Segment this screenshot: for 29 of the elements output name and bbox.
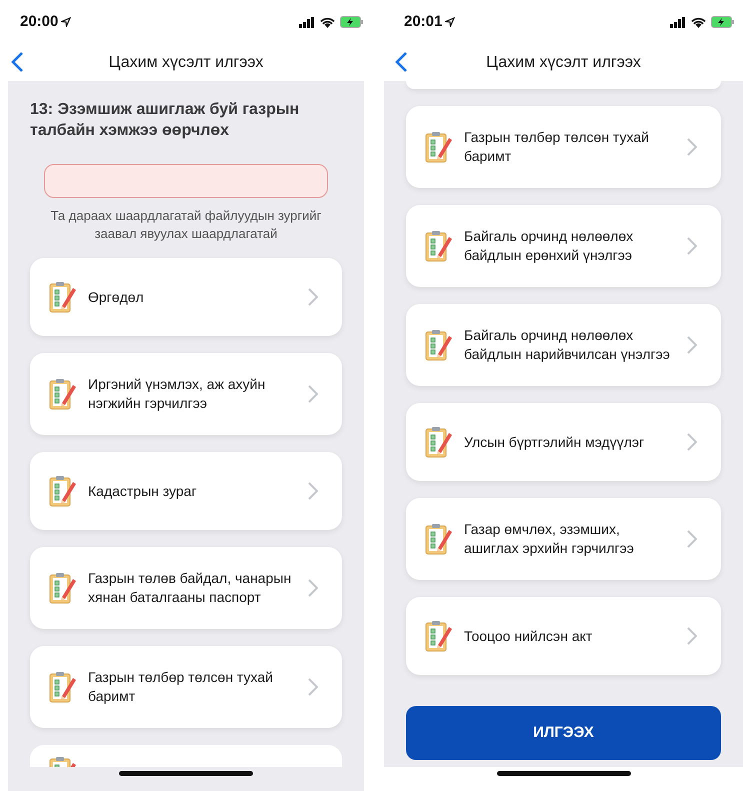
document-item[interactable]: Кадастрын зураг — [30, 452, 342, 530]
submit-button[interactable]: ИЛГЭЭХ — [406, 706, 721, 760]
screen-title: Цахим хүсэлт илгээх — [108, 52, 264, 72]
document-item[interactable]: Газрын төлөв байдал, чанарын хянан баталгааны паспорт — [30, 547, 342, 629]
document-item[interactable]: Иргэний үнэмлэх, аж ахуйн нэгжийн гэрчилгээ — [30, 353, 342, 435]
document-label: Байгаль орчинд нөлөөлөх байдлын нарийвчилсан үнэлгээ — [464, 326, 671, 364]
section-heading: 13: Эзэмшиж ашиглаж буй газрын талбайн хэмжээ өөрчлөх — [30, 100, 300, 141]
status-time: 20:01 — [404, 12, 442, 32]
document-item[interactable]: Газрын төлбөр төлсөн тухай баримт — [30, 646, 342, 728]
document-item[interactable]: Газар өмчлөх, эзэмших, ашиглах эрхийн гэрчилгээ — [406, 498, 721, 580]
instruction-text: Та дараах шаардлагатай файлуудын зургийг заавал явуулах шаардлагатай — [50, 207, 322, 243]
document-item[interactable]: Газрын төлбөр төлсөн тухай баримт — [406, 106, 721, 188]
document-label: Улсын бүртгэлийн мэдүүлэг — [464, 432, 646, 452]
screen-title: Цахим хүсэлт илгээх — [486, 52, 641, 72]
document-label: Тооцоо нийлсэн акт — [464, 626, 594, 646]
document-item[interactable]: Байгаль орчинд нөлөөлөх байдлын ерөнхий үнэлгээ — [406, 205, 721, 287]
document-label: Байгаль орчинд нөлөөлөх байдлын ерөнхий үнэлгээ — [464, 227, 634, 265]
document-label: Газар өмчлөх, эзэмших, ашиглах эрхийн гэрчилгээ — [464, 520, 635, 558]
document-item[interactable]: Байгаль орчинд нөлөөлөх байдлын нарийвчилсан үнэлгээ — [406, 304, 721, 386]
document-item[interactable]: Улсын бүртгэлийн мэдүүлэг — [406, 403, 721, 481]
status-time: 20:00 — [20, 12, 58, 32]
document-label: Иргэний үнэмлэх, аж ахуйн нэгжийн гэрчилгээ — [88, 375, 266, 413]
document-item[interactable]: Өргөдөл — [30, 258, 342, 336]
document-label: Газрын төлбөр төлсөн тухай баримт — [88, 668, 274, 706]
document-label: Өргөдөл — [88, 288, 145, 306]
document-label: Газрын төлөв байдал, чанарын хянан баталгааны паспорт — [88, 569, 292, 607]
document-label: Кадастрын зураг — [88, 482, 198, 500]
document-label: Газрын төлбөр төлсөн тухай баримт — [464, 128, 650, 166]
document-item[interactable]: Тооцоо нийлсэн акт — [406, 597, 721, 675]
